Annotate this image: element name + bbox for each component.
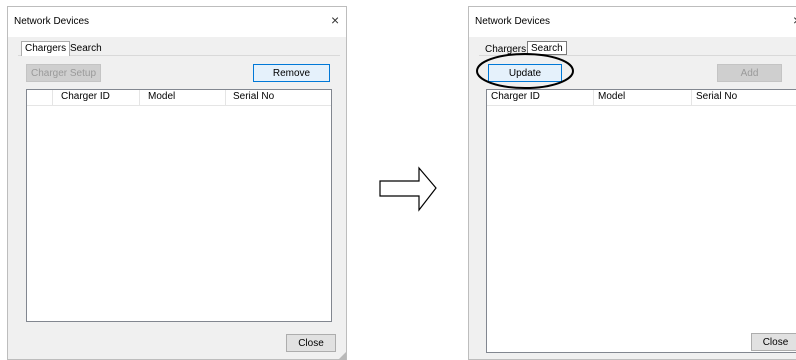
- left-col-serial-no[interactable]: Serial No: [226, 90, 331, 105]
- left-close-button[interactable]: Close: [286, 334, 336, 352]
- left-col-model[interactable]: Model: [140, 90, 226, 105]
- right-dialog: Network Devices × Chargers Search Update…: [468, 6, 796, 360]
- update-button[interactable]: Update: [488, 64, 562, 82]
- left-charger-list[interactable]: Charger ID Model Serial No: [26, 89, 332, 322]
- left-titlebar: Network Devices ×: [8, 7, 346, 37]
- left-col-charger-id[interactable]: Charger ID: [53, 90, 140, 105]
- left-close-icon[interactable]: ×: [331, 12, 339, 28]
- right-col-serial-no[interactable]: Serial No: [692, 90, 796, 105]
- right-col-model[interactable]: Model: [594, 90, 692, 105]
- remove-button[interactable]: Remove: [253, 64, 330, 82]
- right-list-header: Charger ID Model Serial No: [487, 90, 796, 106]
- right-arrow-icon: [379, 166, 437, 212]
- left-resize-grip[interactable]: [338, 352, 346, 360]
- right-titlebar: Network Devices ×: [469, 7, 796, 37]
- right-close-button[interactable]: Close: [751, 333, 796, 351]
- right-tab-search[interactable]: Search: [527, 41, 567, 55]
- left-list-header: Charger ID Model Serial No: [27, 90, 331, 106]
- right-window-title: Network Devices: [475, 16, 551, 27]
- right-col-charger-id[interactable]: Charger ID: [487, 90, 594, 105]
- left-dialog: Network Devices × Chargers Search Charge…: [7, 6, 347, 360]
- right-charger-list[interactable]: Charger ID Model Serial No: [486, 89, 796, 353]
- right-tab-chargers[interactable]: Chargers: [482, 43, 529, 56]
- left-tab-chargers[interactable]: Chargers: [21, 41, 71, 56]
- add-button[interactable]: Add: [717, 64, 782, 82]
- left-window-title: Network Devices: [14, 16, 90, 27]
- left-tab-search[interactable]: Search: [67, 42, 105, 56]
- charger-setup-button[interactable]: Charger Setup: [26, 64, 101, 82]
- left-col-select[interactable]: [27, 90, 53, 105]
